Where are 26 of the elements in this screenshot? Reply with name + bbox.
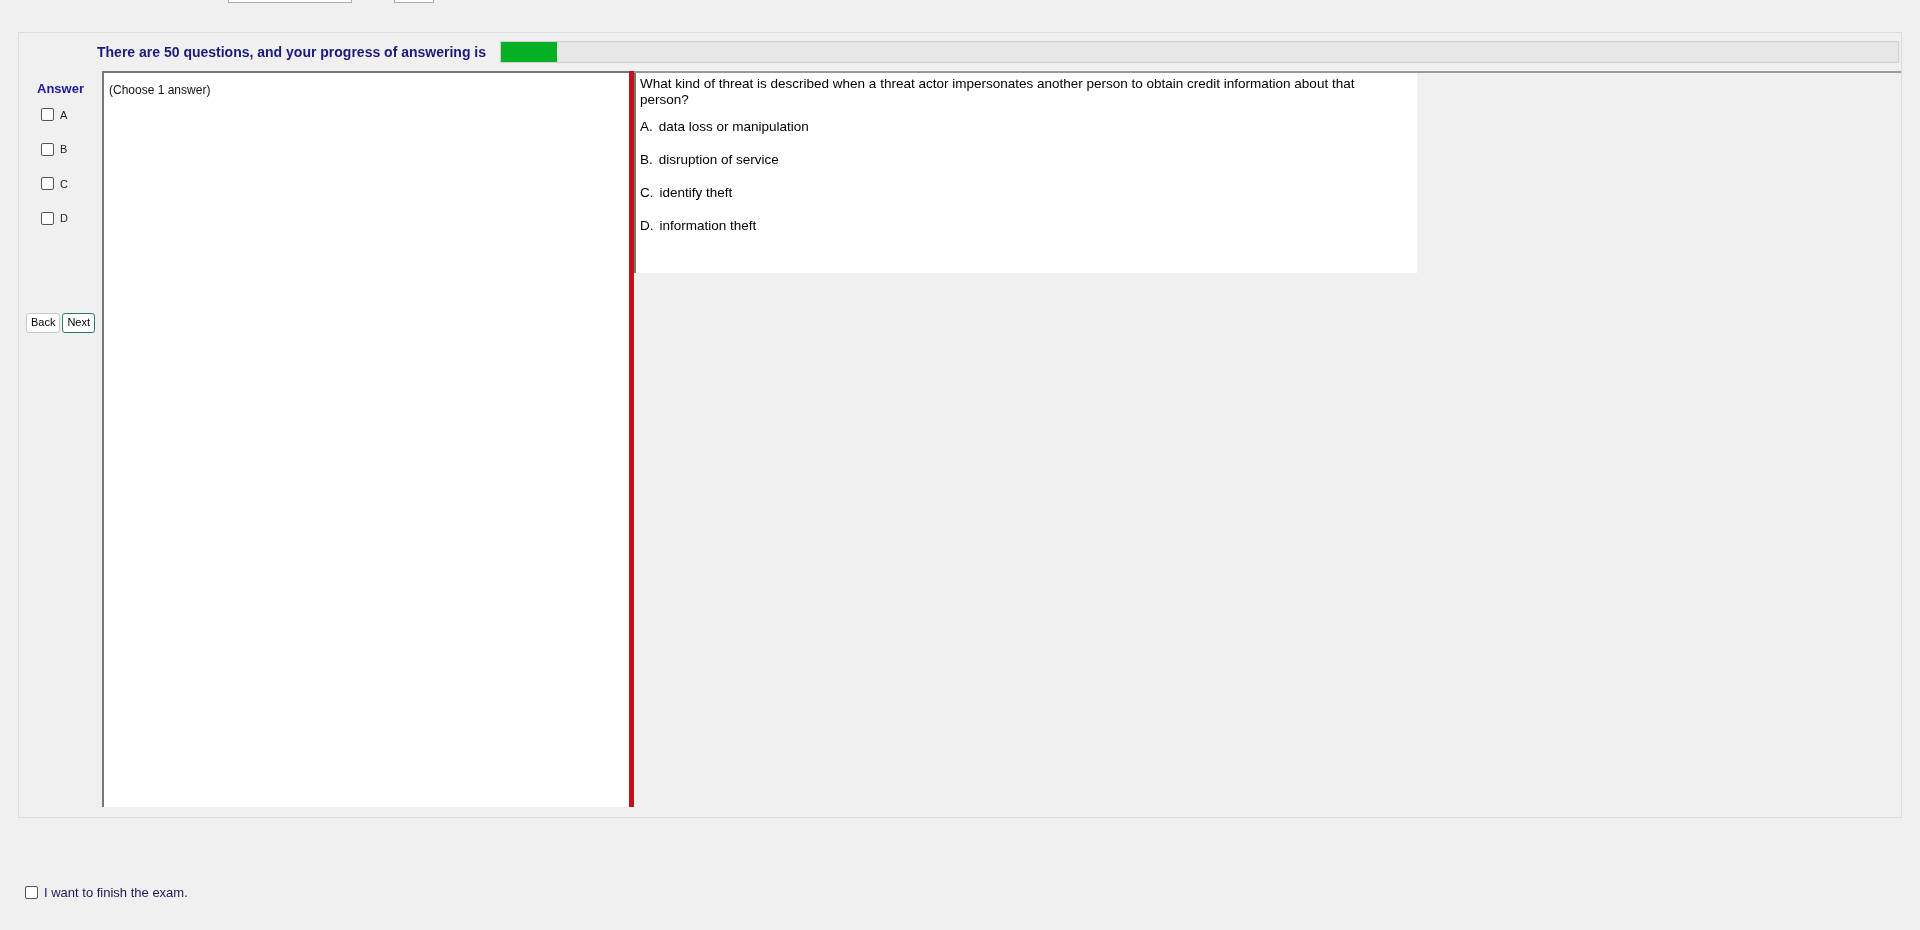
choice-letter: B.: [640, 151, 653, 169]
checkbox[interactable]: [41, 177, 54, 191]
input-field[interactable]: [394, 0, 434, 3]
choice-letter: C.: [640, 184, 654, 202]
instruction-text: (Choose 1 answer): [109, 83, 211, 97]
checkbox[interactable]: [41, 211, 54, 225]
input-field[interactable]: [228, 0, 352, 3]
option-label: D: [60, 211, 68, 226]
nav-button[interactable]: Back: [25, 312, 61, 333]
nav-button[interactable]: Next: [62, 312, 96, 333]
finish-label: I want to finish the exam.: [44, 884, 188, 902]
answer-heading: Answer: [37, 80, 84, 98]
choice-text: information theft: [659, 217, 757, 235]
choice-text: identify theft: [659, 184, 733, 202]
checkbox[interactable]: [41, 108, 54, 122]
checkbox[interactable]: [25, 886, 38, 900]
choice-letter: A.: [640, 118, 653, 136]
option-label: A: [60, 107, 68, 123]
question-text: What kind of threat is described when a threat actor impersonates another person to obtain credit information about that person?: [640, 76, 1356, 108]
choice-letter: D.: [640, 217, 654, 235]
option-label: C: [60, 176, 68, 192]
progress-label: There are 50 questions, and your progress of answering is: [97, 42, 486, 62]
choice-text: disruption of service: [658, 151, 779, 169]
checkbox[interactable]: [41, 142, 54, 156]
choice-text: data loss or manipulation: [658, 118, 809, 136]
option-label: B: [60, 142, 68, 157]
